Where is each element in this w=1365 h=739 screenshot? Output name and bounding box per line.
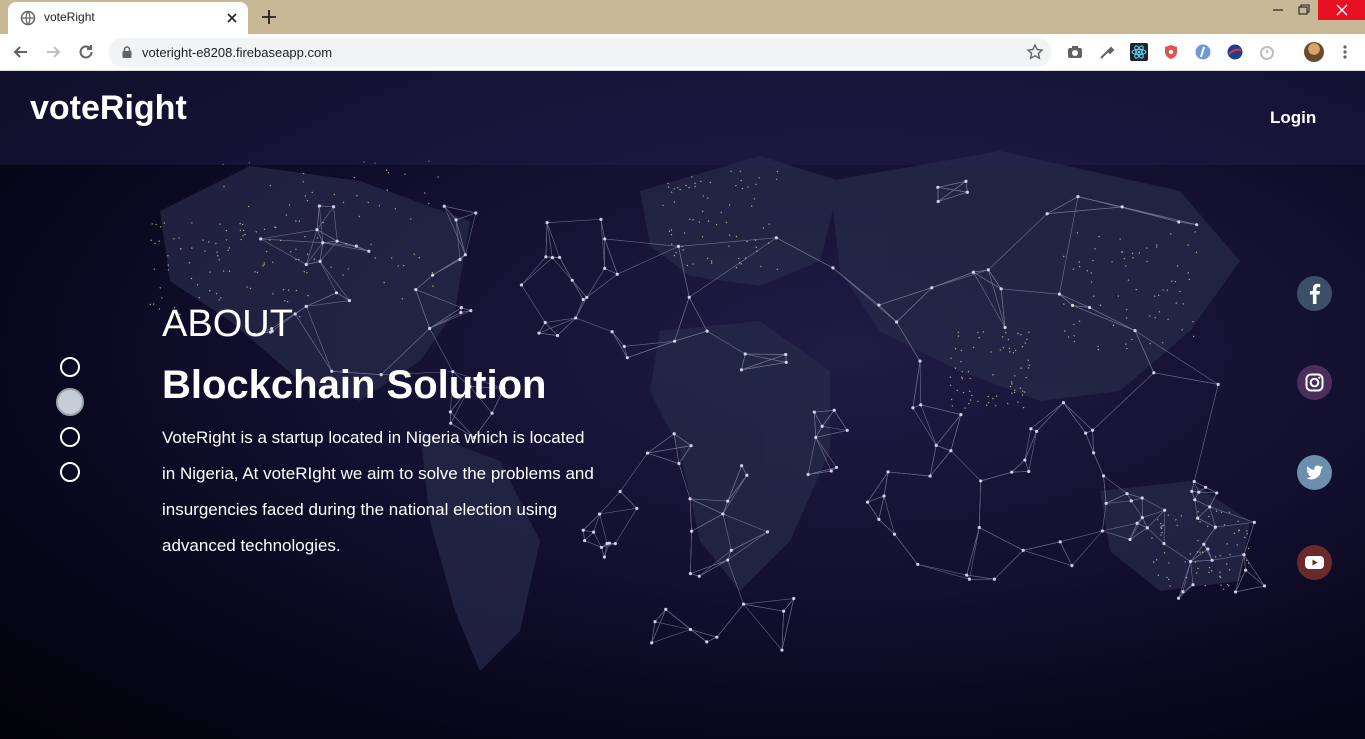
browser-tab[interactable]: voteRight xyxy=(8,2,248,34)
globe-icon xyxy=(20,10,36,26)
minimize-window-icon[interactable] xyxy=(1264,0,1292,20)
slide-dot-4[interactable] xyxy=(60,462,80,482)
slide-dot-2[interactable] xyxy=(56,388,84,416)
timer-extension-icon[interactable] xyxy=(1258,43,1276,61)
section-eyebrow: ABOUT xyxy=(162,303,293,345)
instagram-icon xyxy=(1305,373,1324,392)
restore-window-icon[interactable] xyxy=(1290,0,1318,20)
shield-extension-icon[interactable] xyxy=(1162,43,1180,61)
login-link[interactable]: Login xyxy=(1270,108,1316,128)
blue-circle-extension-icon[interactable] xyxy=(1194,43,1212,61)
lock-icon xyxy=(122,46,132,58)
swoosh-extension-icon[interactable] xyxy=(1226,43,1244,61)
forward-icon[interactable] xyxy=(43,42,63,62)
react-devtools-icon[interactable] xyxy=(1130,43,1148,61)
close-window-icon[interactable] xyxy=(1318,0,1365,20)
header-band xyxy=(0,71,1365,165)
youtube-link[interactable] xyxy=(1297,545,1332,580)
tab-title: voteRight xyxy=(44,10,95,24)
reload-icon[interactable] xyxy=(76,42,96,62)
address-bar[interactable]: voteright-e8208.firebaseapp.com xyxy=(108,38,1052,67)
hero-description: VoteRight is a startup located in Nigeri… xyxy=(162,428,594,555)
back-icon[interactable] xyxy=(11,42,31,62)
slide-dot-1[interactable] xyxy=(60,357,80,377)
camera-extension-icon[interactable] xyxy=(1066,43,1084,61)
instagram-link[interactable] xyxy=(1297,365,1332,400)
page-content: voteRight Login ABOUT Blockchain Solutio… xyxy=(0,71,1365,739)
url-text: voteright-e8208.firebaseapp.com xyxy=(142,45,333,60)
twitter-icon xyxy=(1306,465,1323,480)
twitter-link[interactable] xyxy=(1297,455,1332,490)
facebook-link[interactable] xyxy=(1297,276,1332,311)
eyedropper-extension-icon[interactable] xyxy=(1098,43,1116,61)
bookmark-star-icon[interactable] xyxy=(1026,43,1044,61)
new-tab-icon[interactable] xyxy=(260,8,278,26)
profile-avatar[interactable] xyxy=(1304,42,1324,62)
browser-toolbar: voteright-e8208.firebaseapp.com xyxy=(0,34,1365,71)
close-tab-icon[interactable] xyxy=(224,10,240,26)
more-menu-icon[interactable] xyxy=(1336,43,1354,61)
hero-headline: Blockchain Solution xyxy=(162,363,547,407)
youtube-icon xyxy=(1305,556,1324,569)
site-logo[interactable]: voteRight xyxy=(30,89,187,128)
slide-dot-3[interactable] xyxy=(60,427,80,447)
browser-tabstrip: voteRight xyxy=(0,0,1365,34)
facebook-icon xyxy=(1309,283,1321,304)
